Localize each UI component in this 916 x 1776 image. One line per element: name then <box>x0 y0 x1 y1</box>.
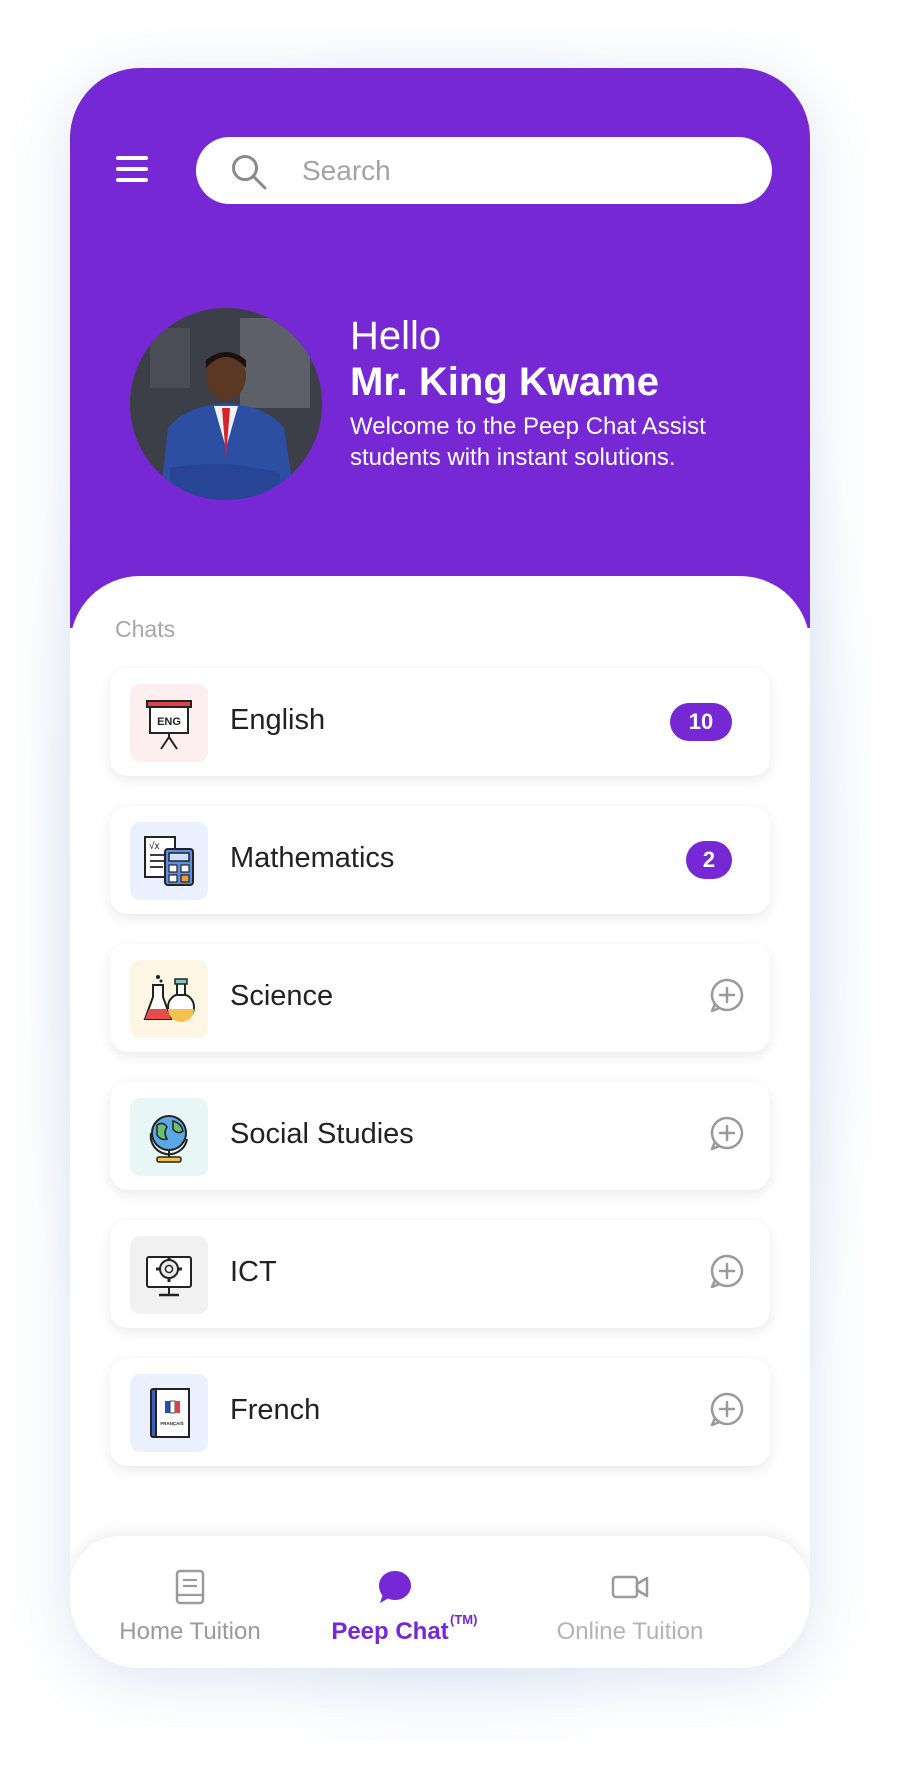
chat-item-ict[interactable]: ICT <box>110 1220 770 1328</box>
add-chat-icon[interactable] <box>708 976 746 1014</box>
search-icon <box>232 155 267 190</box>
add-chat-icon[interactable] <box>708 1390 746 1428</box>
user-name: Mr. King Kwame <box>350 360 659 404</box>
board-text: ENG <box>157 716 181 728</box>
chat-item-science[interactable]: Science <box>110 944 770 1052</box>
nav-label: Peep Chat <box>331 1618 449 1645</box>
nav-online-tuition[interactable]: Online Tuition <box>530 1536 730 1668</box>
add-chat-icon[interactable] <box>708 1252 746 1290</box>
avatar <box>130 308 322 500</box>
chat-item-label: Social Studies <box>230 1118 414 1150</box>
french-book-icon: FRANÇAIS <box>130 1374 208 1452</box>
calculator-icon: √x <box>130 822 208 900</box>
nav-peep-chat[interactable]: Peep Chat (TM) <box>322 1536 482 1668</box>
chat-item-label: English <box>230 704 326 736</box>
chat-item-social-studies[interactable]: Social Studies <box>110 1082 770 1190</box>
presentation-board-icon: ENG <box>130 684 208 762</box>
chat-item-label: French <box>230 1394 321 1426</box>
search-input[interactable] <box>302 149 742 193</box>
greeting-hello: Hello <box>350 314 442 358</box>
chat-item-french[interactable]: FRANÇAIS French <box>110 1358 770 1466</box>
hamburger-menu-icon[interactable] <box>116 156 148 182</box>
chat-item-label: ICT <box>230 1256 277 1288</box>
nav-label: Home Tuition <box>119 1618 261 1645</box>
nav-home-tuition[interactable]: Home Tuition <box>110 1536 270 1668</box>
bottom-navigation: Home Tuition Peep Chat (TM) Online Tuiti… <box>70 1536 810 1668</box>
globe-icon <box>130 1098 208 1176</box>
trademark-superscript: (TM) <box>450 1612 478 1627</box>
chat-item-mathematics[interactable]: √x Mathematics 2 <box>110 806 770 914</box>
unread-badge: 10 <box>670 703 732 741</box>
book-icon <box>175 1569 205 1605</box>
video-camera-icon <box>611 1575 649 1599</box>
search-bar[interactable] <box>196 137 772 204</box>
chat-item-label: Mathematics <box>230 842 395 874</box>
chat-bubble-icon <box>379 1571 411 1603</box>
book-text: FRANÇAIS <box>160 1421 183 1426</box>
svg-text:√x: √x <box>149 840 160 852</box>
chat-item-english[interactable]: ENG English 10 <box>110 668 770 776</box>
computer-gear-icon <box>130 1236 208 1314</box>
chats-section-label: Chats <box>115 616 176 642</box>
chat-item-label: Science <box>230 980 334 1012</box>
unread-badge: 2 <box>686 841 732 879</box>
header: Hello Mr. King Kwame Welcome to the Peep… <box>70 68 810 628</box>
flasks-icon <box>130 960 208 1038</box>
phone-frame: Hello Mr. King Kwame Welcome to the Peep… <box>70 68 810 1668</box>
nav-label: Online Tuition <box>556 1618 704 1645</box>
welcome-message: Welcome to the Peep Chat Assist students… <box>350 413 706 471</box>
add-chat-icon[interactable] <box>708 1114 746 1152</box>
